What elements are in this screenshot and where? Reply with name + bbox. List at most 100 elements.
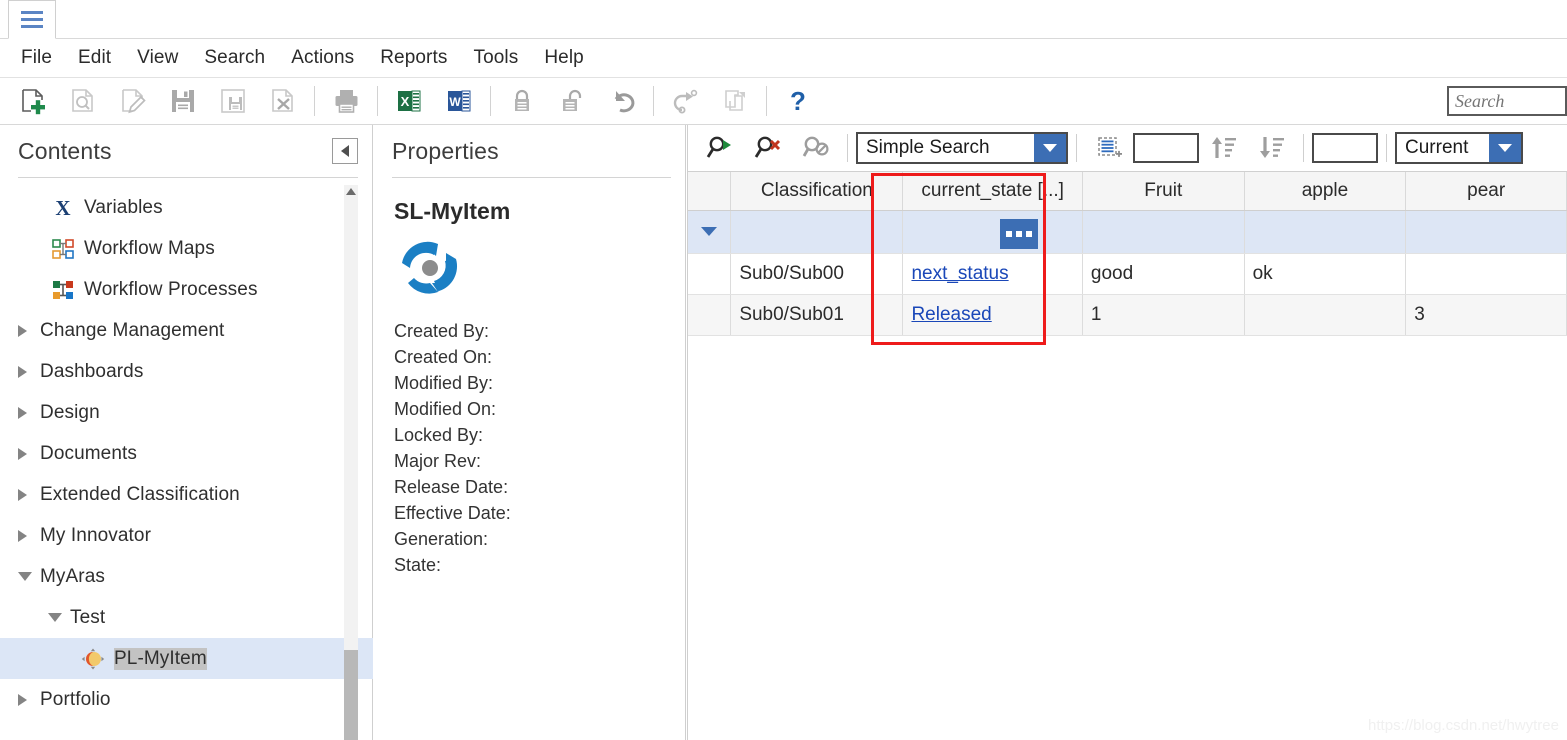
tree-item-portfolio[interactable]: Portfolio	[0, 679, 373, 720]
run-search-button[interactable]	[695, 127, 743, 169]
clear-search-button[interactable]	[743, 127, 791, 169]
twisty-expanded-icon[interactable]	[18, 572, 40, 581]
chevron-down-icon[interactable]	[1489, 134, 1521, 162]
current-state-link[interactable]: Released	[911, 304, 991, 325]
disable-search-button[interactable]	[791, 127, 839, 169]
cell-current-state[interactable]: next_status	[902, 253, 1083, 295]
menu-item-file[interactable]: File	[8, 45, 65, 71]
tree-item-label: Change Management	[40, 319, 225, 341]
current-state-link[interactable]: next_status	[911, 263, 1008, 284]
menu-item-help[interactable]: Help	[531, 45, 596, 71]
revision-mode-dropdown[interactable]: Current	[1395, 132, 1523, 164]
export-excel-button[interactable]: X	[384, 79, 434, 123]
global-search-input[interactable]	[1447, 86, 1567, 116]
tree-item-workflow-maps[interactable]: Workflow Maps	[0, 228, 373, 269]
tree-item-design[interactable]: Design	[0, 392, 373, 433]
tree-item-documents[interactable]: Documents	[0, 433, 373, 474]
scroll-up-icon[interactable]	[346, 188, 356, 195]
export-word-button[interactable]: W	[434, 79, 484, 123]
save-as-button[interactable]	[208, 79, 258, 123]
column-header-classification[interactable]: Classification	[730, 172, 904, 211]
scrollbar-thumb[interactable]	[344, 650, 358, 740]
filter-cell-classification[interactable]	[730, 210, 904, 254]
tree-item-my-innovator[interactable]: My Innovator	[0, 515, 373, 556]
new-item-button[interactable]	[8, 79, 58, 123]
sort-ascending-button[interactable]	[1199, 127, 1247, 169]
cell-classification[interactable]: Sub0/Sub00	[730, 253, 904, 295]
tree-item-extended-classification[interactable]: Extended Classification	[0, 474, 373, 515]
filter-cell-fruit[interactable]	[1082, 210, 1245, 254]
twisty-expanded-icon[interactable]	[48, 613, 70, 622]
tree-item-workflow-processes[interactable]: Workflow Processes	[0, 269, 373, 310]
row-selector-cell[interactable]	[687, 294, 732, 336]
cell-apple[interactable]	[1244, 294, 1407, 336]
contents-title: Contents	[18, 137, 112, 164]
select-all-rows-button[interactable]	[1085, 127, 1133, 169]
tree-item-pl-myitem[interactable]: PL-MyItem	[0, 638, 373, 679]
menu-item-edit[interactable]: Edit	[65, 45, 124, 71]
search-mode-dropdown[interactable]: Simple Search	[856, 132, 1068, 164]
sort-descending-button[interactable]	[1247, 127, 1295, 169]
help-button[interactable]: ?	[773, 79, 823, 123]
twisty-collapsed-icon[interactable]	[18, 324, 40, 337]
collapse-contents-button[interactable]	[332, 138, 358, 164]
property-label-effective-date: Effective Date:	[394, 503, 511, 523]
lock-button[interactable]	[497, 79, 547, 123]
row-expand-caret-icon[interactable]	[700, 227, 717, 236]
tree-item-dashboards[interactable]: Dashboards	[0, 351, 373, 392]
filter-cell-pear[interactable]	[1405, 210, 1567, 254]
cell-pear[interactable]: 3	[1405, 294, 1567, 336]
twisty-collapsed-icon[interactable]	[18, 529, 40, 542]
edit-item-button[interactable]	[108, 79, 158, 123]
tree-item-variables[interactable]: X Variables	[0, 187, 373, 228]
delete-item-button[interactable]	[258, 79, 308, 123]
current-state-picker-button[interactable]	[1000, 219, 1038, 249]
column-header-apple[interactable]: apple	[1244, 172, 1407, 211]
tree-item-change-management[interactable]: Change Management	[0, 310, 373, 351]
properties-panel: Properties SL-MyItem Created By: Created…	[374, 125, 686, 740]
row-selector-cell[interactable]	[687, 253, 732, 295]
column-header-pear[interactable]: pear	[1405, 172, 1567, 211]
twisty-collapsed-icon[interactable]	[18, 365, 40, 378]
menu-item-actions[interactable]: Actions	[278, 45, 367, 71]
twisty-collapsed-icon[interactable]	[18, 447, 40, 460]
unlock-button[interactable]	[547, 79, 597, 123]
undo-button[interactable]	[597, 79, 647, 123]
row-expand-cell[interactable]	[687, 210, 732, 254]
filter-cell-current-state[interactable]	[902, 210, 1083, 254]
menu-item-tools[interactable]: Tools	[460, 45, 531, 71]
page-size-input[interactable]	[1133, 133, 1199, 163]
twisty-collapsed-icon[interactable]	[18, 488, 40, 501]
table-row[interactable]: Sub0/Sub00 next_status good ok	[687, 253, 1567, 295]
grid-filter-row[interactable]	[687, 210, 1567, 254]
menu-item-search[interactable]: Search	[191, 45, 278, 71]
twisty-collapsed-icon[interactable]	[18, 406, 40, 419]
filter-cell-apple[interactable]	[1244, 210, 1407, 254]
main-menu-tab[interactable]	[8, 0, 56, 39]
column-header-fruit[interactable]: Fruit	[1082, 172, 1245, 211]
tree-item-myaras[interactable]: MyAras	[0, 556, 373, 597]
print-button[interactable]	[321, 79, 371, 123]
column-header-current-state[interactable]: current_state [...]	[902, 172, 1083, 211]
toolbar-separator	[490, 86, 491, 116]
cell-pear[interactable]	[1405, 253, 1567, 295]
cell-classification[interactable]: Sub0/Sub01	[730, 294, 904, 336]
chevron-down-icon[interactable]	[1034, 134, 1066, 162]
copy-button[interactable]	[710, 79, 760, 123]
table-row[interactable]: Sub0/Sub01 Released 1 3	[687, 294, 1567, 336]
twisty-collapsed-icon[interactable]	[18, 693, 40, 706]
properties-header: Properties	[374, 125, 685, 177]
redo-button[interactable]	[660, 79, 710, 123]
contents-scrollbar[interactable]	[344, 185, 358, 740]
cell-current-state[interactable]: Released	[902, 294, 1083, 336]
tree-item-test[interactable]: Test	[0, 597, 373, 638]
cell-fruit[interactable]: good	[1082, 253, 1245, 295]
save-button[interactable]	[158, 79, 208, 123]
cell-fruit[interactable]: 1	[1082, 294, 1245, 336]
menu-item-view[interactable]: View	[124, 45, 191, 71]
search-item-button[interactable]	[58, 79, 108, 123]
cell-apple[interactable]: ok	[1244, 253, 1407, 295]
column-header-selector[interactable]	[687, 172, 732, 211]
menu-item-reports[interactable]: Reports	[367, 45, 460, 71]
page-number-input[interactable]	[1312, 133, 1378, 163]
